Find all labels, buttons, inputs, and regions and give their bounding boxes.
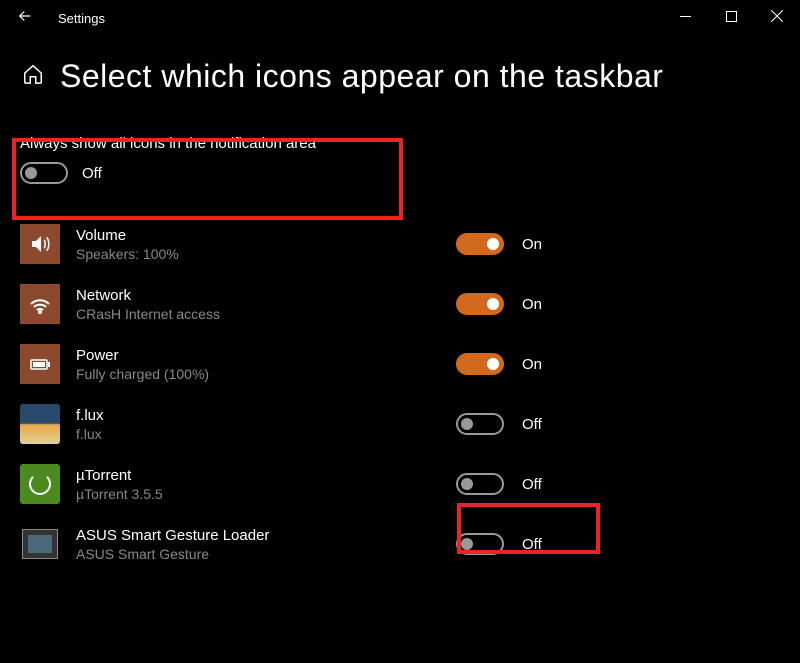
- app-toggle-area: On: [456, 233, 542, 255]
- network-toggle[interactable]: [456, 293, 504, 315]
- app-row-network: Network CRasH Internet access On: [20, 274, 780, 334]
- app-text: Power Fully charged (100%): [76, 347, 456, 382]
- app-row-utorrent: µTorrent µTorrent 3.5.5 Off: [20, 454, 780, 514]
- app-text: f.lux f.lux: [76, 407, 456, 442]
- app-name: Volume: [76, 227, 456, 244]
- app-sub: Speakers: 100%: [76, 246, 456, 262]
- power-toggle[interactable]: [456, 353, 504, 375]
- app-name: Power: [76, 347, 456, 364]
- app-name: Network: [76, 287, 456, 304]
- network-icon: [20, 284, 60, 324]
- app-text: Network CRasH Internet access: [76, 287, 456, 322]
- toggle-state-label: Off: [522, 476, 542, 493]
- app-sub: f.lux: [76, 426, 456, 442]
- app-sub: ASUS Smart Gesture: [76, 546, 456, 562]
- app-toggle-area: Off: [456, 473, 542, 495]
- app-text: Volume Speakers: 100%: [76, 227, 456, 262]
- app-text: µTorrent µTorrent 3.5.5: [76, 467, 456, 502]
- titlebar: Settings: [0, 0, 800, 36]
- power-icon: [20, 344, 60, 384]
- page-header: Select which icons appear on the taskbar: [0, 36, 800, 125]
- app-name: µTorrent: [76, 467, 456, 484]
- volume-icon: [20, 224, 60, 264]
- app-list: Volume Speakers: 100% On Network CRasH I…: [20, 214, 780, 574]
- toggle-state-label: On: [522, 356, 542, 373]
- app-row-asus: ASUS Smart Gesture Loader ASUS Smart Ges…: [20, 514, 780, 574]
- window-controls: [662, 0, 800, 32]
- annotation-highlight-box-1: [12, 138, 403, 220]
- utorrent-icon: [20, 464, 60, 504]
- asus-icon: [20, 524, 60, 564]
- app-sub: µTorrent 3.5.5: [76, 486, 456, 502]
- home-icon[interactable]: [22, 63, 44, 90]
- maximize-button[interactable]: [708, 0, 754, 32]
- toggle-state-label: On: [522, 236, 542, 253]
- app-sub: CRasH Internet access: [76, 306, 456, 322]
- utorrent-toggle[interactable]: [456, 473, 504, 495]
- titlebar-left: Settings: [16, 7, 105, 30]
- toggle-state-label: On: [522, 296, 542, 313]
- app-name: f.lux: [76, 407, 456, 424]
- page-title: Select which icons appear on the taskbar: [60, 58, 663, 95]
- app-row-flux: f.lux f.lux Off: [20, 394, 780, 454]
- volume-toggle[interactable]: [456, 233, 504, 255]
- app-toggle-area: Off: [456, 413, 542, 435]
- toggle-state-label: Off: [522, 416, 542, 433]
- app-row-power: Power Fully charged (100%) On: [20, 334, 780, 394]
- annotation-highlight-box-2: [457, 503, 600, 554]
- flux-toggle[interactable]: [456, 413, 504, 435]
- app-row-volume: Volume Speakers: 100% On: [20, 214, 780, 274]
- app-toggle-area: On: [456, 293, 542, 315]
- window-title: Settings: [58, 11, 105, 26]
- flux-icon: [20, 404, 60, 444]
- app-toggle-area: On: [456, 353, 542, 375]
- app-name: ASUS Smart Gesture Loader: [76, 527, 456, 544]
- close-button[interactable]: [754, 0, 800, 32]
- minimize-button[interactable]: [662, 0, 708, 32]
- app-text: ASUS Smart Gesture Loader ASUS Smart Ges…: [76, 527, 456, 562]
- app-sub: Fully charged (100%): [76, 366, 456, 382]
- back-arrow-icon[interactable]: [16, 7, 34, 30]
